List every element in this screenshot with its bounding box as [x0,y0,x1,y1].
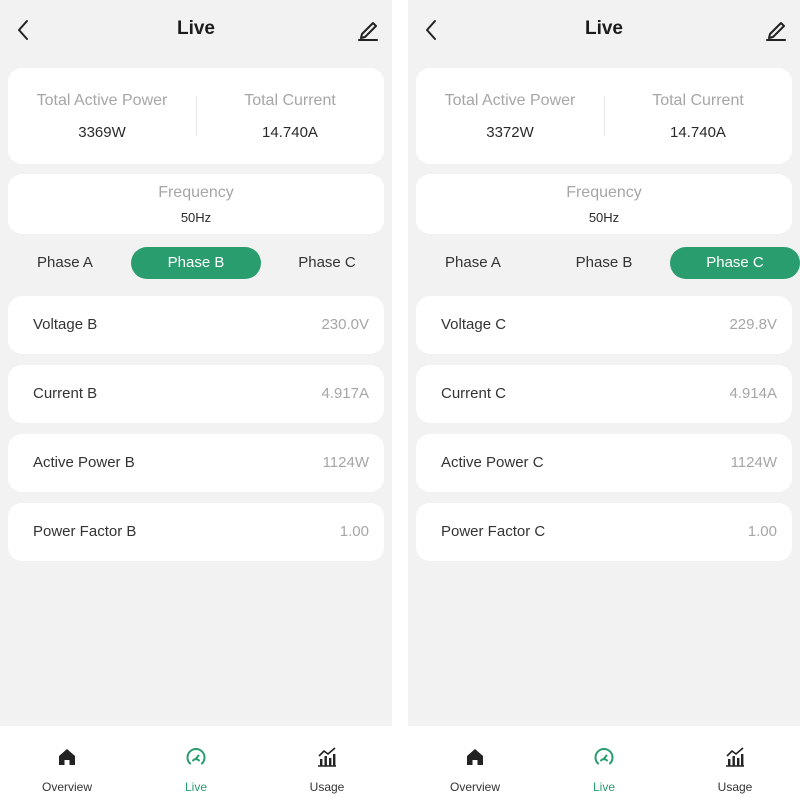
metric-row-voltage: Voltage C 229.8V [416,296,792,354]
total-active-power-label: Total Active Power [36,92,168,109]
total-active-power-value: 3369W [78,124,126,141]
metric-value: 1124W [730,454,777,471]
nav-live-label: Live [592,780,615,794]
bar-chart-icon [318,747,336,767]
metric-value: 1.00 [339,523,369,540]
metric-row-current: Current C 4.914A [416,365,792,423]
edit-button[interactable] [356,16,380,42]
total-current: Total Current 14.740A [196,68,384,164]
metric-value: 1.00 [747,523,777,540]
phase-tabs: Phase A Phase B Phase C [408,247,800,279]
frequency-card: Frequency 50Hz [416,174,792,234]
frequency-value: 50Hz [588,210,620,225]
metric-label: Voltage C [441,316,507,333]
metric-label: Active Power B [33,454,135,471]
page-title: Live [176,18,216,39]
bottom-nav: Overview Live Usage [0,726,392,800]
metric-value: 4.917A [321,385,369,402]
nav-live[interactable]: Live [146,726,246,800]
pencil-icon [358,22,378,41]
bar-chart-icon [726,747,744,767]
frequency-label: Frequency [566,184,642,201]
live-screen-phase-b: Live Total Active Power 3369W Total Curr… [0,0,392,800]
gauge-icon [594,748,614,765]
total-current-value: 14.740A [262,124,318,141]
metric-label: Active Power C [441,454,544,471]
metric-label: Current C [441,385,507,402]
metric-value: 4.914A [729,385,777,402]
metric-row-power-factor: Power Factor C 1.00 [416,503,792,561]
tab-phase-a[interactable]: Phase A [0,247,130,279]
total-active-power: Total Active Power 3372W [416,68,604,164]
total-current-label: Total Current [652,92,744,109]
live-screen-phase-c: Live Total Active Power 3372W Total Curr… [408,0,800,800]
frequency-label: Frequency [158,184,234,201]
nav-live[interactable]: Live [554,726,654,800]
totals-card: Total Active Power 3372W Total Current 1… [416,68,792,164]
phase-tabs: Phase A Phase B Phase C [0,247,392,279]
nav-overview-label: Overview [41,780,92,794]
bottom-nav: Overview Live Usage [408,726,800,800]
total-active-power-value: 3372W [486,124,534,141]
total-active-power: Total Active Power 3369W [8,68,196,164]
metric-row-voltage: Voltage B 230.0V [8,296,384,354]
nav-usage[interactable]: Usage [277,726,377,800]
metric-label: Current B [33,385,98,402]
edit-button[interactable] [764,16,788,42]
home-icon [59,749,75,765]
gauge-icon [186,748,206,765]
metric-label: Power Factor C [441,523,546,540]
nav-usage-label: Usage [309,780,345,794]
page-title: Live [584,18,624,39]
tab-phase-c[interactable]: Phase C [262,247,392,279]
metric-value: 1124W [322,454,369,471]
tab-phase-a[interactable]: Phase A [408,247,538,279]
metric-row-current: Current B 4.917A [8,365,384,423]
tab-phase-b[interactable]: Phase B [131,247,261,279]
nav-overview[interactable]: Overview [17,726,117,800]
header: Live [408,0,800,62]
metric-label: Power Factor B [33,523,137,540]
nav-overview[interactable]: Overview [425,726,525,800]
metric-row-active-power: Active Power B 1124W [8,434,384,492]
metric-row-active-power: Active Power C 1124W [416,434,792,492]
tab-phase-b[interactable]: Phase B [539,247,669,279]
totals-card: Total Active Power 3369W Total Current 1… [8,68,384,164]
total-active-power-label: Total Active Power [444,92,576,109]
frequency-card: Frequency 50Hz [8,174,384,234]
total-current-label: Total Current [244,92,336,109]
header: Live [0,0,392,62]
nav-usage-label: Usage [717,780,753,794]
nav-usage[interactable]: Usage [685,726,785,800]
tab-phase-c[interactable]: Phase C [670,247,800,279]
nav-live-label: Live [184,780,207,794]
metric-value: 229.8V [729,316,777,333]
total-current-value: 14.740A [670,124,726,141]
frequency-value: 50Hz [180,210,212,225]
home-icon [467,749,483,765]
metric-value: 230.0V [321,316,369,333]
metric-row-power-factor: Power Factor B 1.00 [8,503,384,561]
metric-label: Voltage B [33,316,98,333]
pencil-icon [766,22,786,41]
nav-overview-label: Overview [449,780,500,794]
total-current: Total Current 14.740A [604,68,792,164]
screens-container: Live Total Active Power 3369W Total Curr… [0,0,800,800]
